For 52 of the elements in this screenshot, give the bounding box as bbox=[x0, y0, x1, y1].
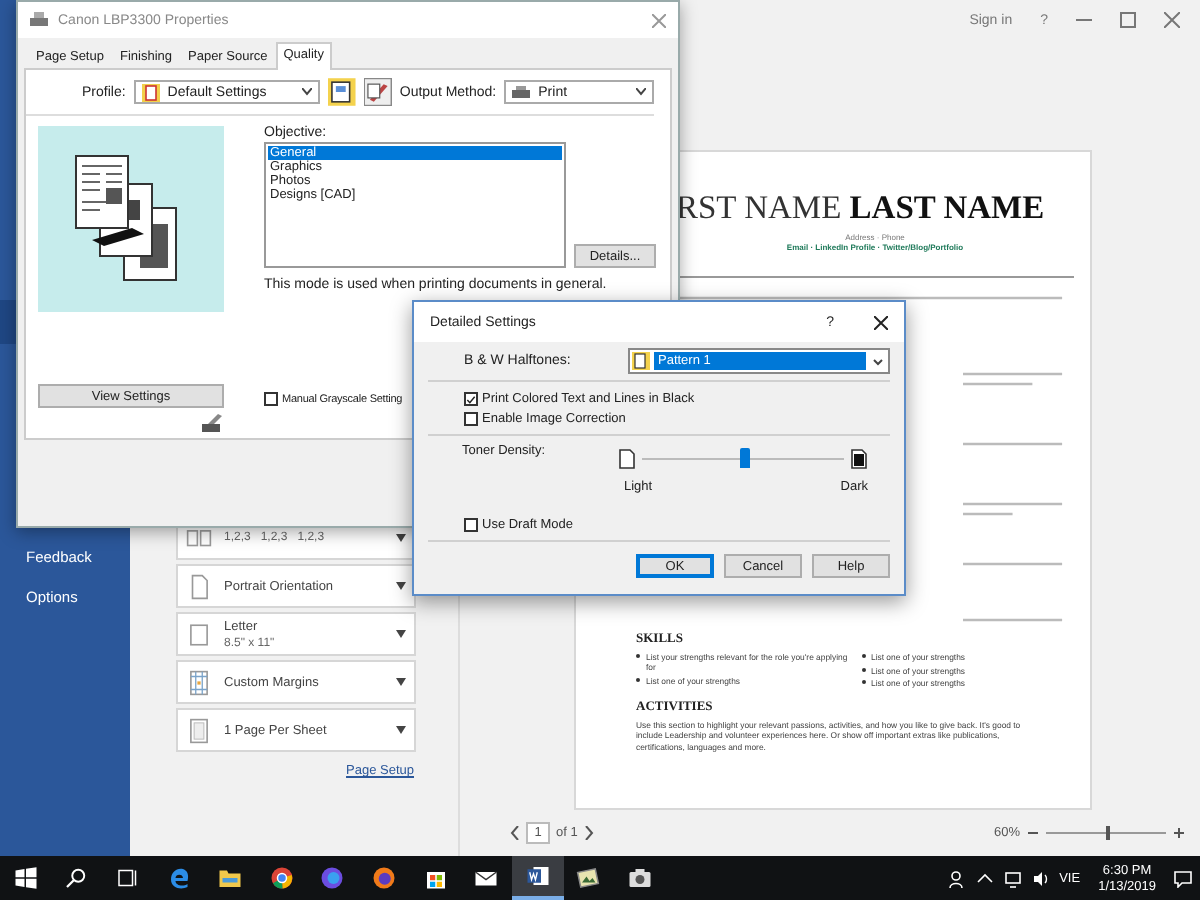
folder-icon bbox=[218, 866, 243, 890]
add-profile-icon[interactable] bbox=[328, 78, 357, 106]
checkbox[interactable] bbox=[464, 392, 478, 406]
previous-page-icon[interactable] bbox=[510, 826, 520, 840]
windows-logo-icon bbox=[13, 866, 38, 890]
minus-icon[interactable] bbox=[1028, 828, 1038, 838]
resume-name: RST NAME LAST NAME bbox=[674, 188, 1047, 228]
taskbar-button[interactable] bbox=[511, 856, 564, 900]
next-page-icon[interactable] bbox=[583, 826, 594, 840]
round-logo-icon bbox=[371, 866, 396, 890]
margins-icon bbox=[186, 667, 212, 697]
chevron-up-icon[interactable] bbox=[975, 869, 994, 887]
plus-icon[interactable] bbox=[1174, 828, 1184, 838]
edit-profile-icon[interactable] bbox=[364, 78, 392, 106]
light-page-icon bbox=[618, 447, 636, 469]
close-icon[interactable] bbox=[874, 315, 888, 329]
checkbox[interactable] bbox=[464, 518, 478, 532]
letter-e-icon bbox=[167, 866, 192, 890]
checkbox[interactable] bbox=[264, 392, 278, 406]
caret-icon bbox=[396, 534, 406, 542]
caret-icon bbox=[396, 582, 406, 590]
caret-icon bbox=[396, 726, 406, 734]
paper-icon bbox=[186, 619, 212, 649]
slider-thumb[interactable] bbox=[739, 448, 749, 468]
printer-icon bbox=[512, 83, 531, 101]
pattern-icon bbox=[632, 352, 650, 370]
document-w-icon bbox=[525, 864, 550, 888]
checkbox[interactable] bbox=[464, 412, 478, 426]
maximize-icon[interactable] bbox=[1120, 12, 1136, 28]
printer-icon bbox=[30, 12, 48, 28]
task-view-icon bbox=[115, 866, 140, 890]
camera-icon bbox=[627, 866, 652, 890]
round-logo-icon bbox=[320, 866, 345, 890]
volume-icon[interactable] bbox=[1031, 869, 1050, 887]
network-icon[interactable] bbox=[1003, 869, 1022, 887]
caret-icon bbox=[870, 353, 886, 369]
notification-icon[interactable] bbox=[1174, 869, 1192, 887]
people-icon[interactable] bbox=[947, 869, 966, 887]
picture-icon bbox=[576, 866, 601, 890]
envelope-icon bbox=[474, 866, 499, 890]
caret-icon bbox=[302, 88, 313, 96]
profile-icon bbox=[141, 83, 160, 101]
caret-icon bbox=[636, 88, 646, 96]
caret-icon bbox=[396, 678, 406, 686]
shopping-bag-icon bbox=[423, 866, 448, 890]
printer-tool-icon[interactable] bbox=[202, 414, 224, 434]
search-icon bbox=[64, 866, 89, 890]
caret-icon bbox=[396, 630, 406, 638]
page-icon bbox=[186, 715, 212, 745]
page-icon bbox=[186, 571, 212, 601]
dark-page-icon bbox=[850, 447, 868, 469]
round-logo-icon bbox=[269, 866, 294, 890]
